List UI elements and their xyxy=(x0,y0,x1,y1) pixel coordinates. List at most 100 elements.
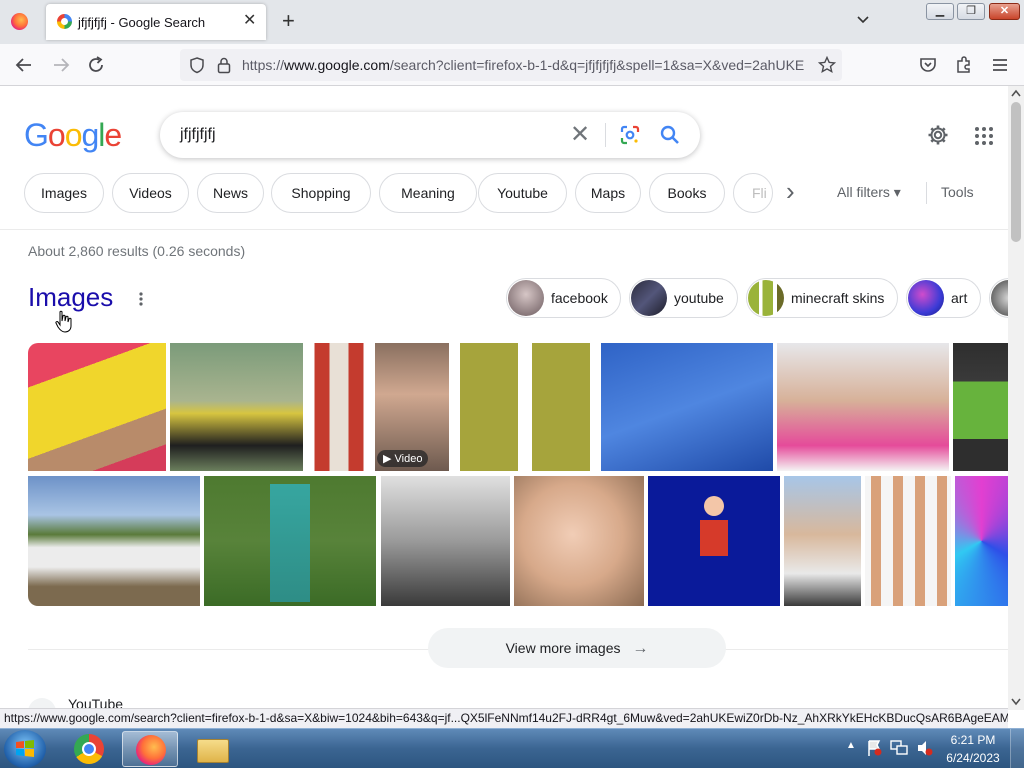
show-desktop-button[interactable] xyxy=(1010,729,1024,768)
image-result[interactable] xyxy=(28,343,166,471)
image-result[interactable] xyxy=(784,476,861,606)
chip-youtube[interactable]: Youtube xyxy=(478,173,567,213)
window-close-button[interactable]: ✕ xyxy=(989,3,1020,20)
chip-books[interactable]: Books xyxy=(649,173,725,213)
google-apps-grid-icon[interactable] xyxy=(974,126,994,146)
image-suggestion-chip[interactable] xyxy=(989,278,1008,318)
tab-close-icon[interactable]: ✕ xyxy=(243,12,256,30)
image-result[interactable] xyxy=(204,476,376,606)
clock-time[interactable]: 6:21 PM xyxy=(950,733,996,747)
list-all-tabs-icon[interactable] xyxy=(856,13,870,27)
window-minimize-button[interactable]: ▁ xyxy=(926,3,954,20)
image-result[interactable] xyxy=(514,476,644,606)
bookmark-star-icon[interactable] xyxy=(818,56,836,74)
chip-shopping[interactable]: Shopping xyxy=(271,173,371,213)
suggestion-thumbnail xyxy=(748,280,784,316)
firefox-icon xyxy=(136,735,166,765)
google-logo-letter: o xyxy=(47,117,66,153)
taskbar-firefox[interactable] xyxy=(122,731,178,767)
chip-maps[interactable]: Maps xyxy=(575,173,641,213)
images-section-heading[interactable]: Images xyxy=(28,282,113,313)
suggestion-thumbnail xyxy=(991,280,1008,316)
google-logo[interactable]: Google xyxy=(24,117,122,154)
browser-nav-bar: https://www.google.com/search?client=fir… xyxy=(0,44,1024,86)
browser-tab-bar: jfjfjfjfj - Google Search ✕ + ▁ ❐ ✕ xyxy=(0,0,1024,44)
pocket-icon[interactable] xyxy=(917,54,939,76)
image-result[interactable] xyxy=(953,343,1008,471)
image-result[interactable]: ▶ Video xyxy=(375,343,449,471)
tab-title: jfjfjfjfj - Google Search xyxy=(78,15,206,30)
chips-next-arrow-icon[interactable]: › xyxy=(786,177,795,205)
image-result[interactable] xyxy=(28,476,200,606)
chip-meaning[interactable]: Meaning xyxy=(379,173,477,213)
image-result[interactable] xyxy=(865,476,951,606)
new-tab-button[interactable]: + xyxy=(282,9,295,33)
window-maximize-button[interactable]: ❐ xyxy=(957,3,985,20)
chip-images[interactable]: Images xyxy=(24,173,104,213)
forward-arrow-icon[interactable] xyxy=(50,54,72,76)
image-result[interactable] xyxy=(777,343,949,471)
page-scrollbar[interactable] xyxy=(1008,86,1024,710)
header-divider xyxy=(0,229,1008,230)
image-result[interactable] xyxy=(453,343,597,471)
chip-flights-partial[interactable]: Fli xyxy=(733,173,773,213)
image-result[interactable] xyxy=(955,476,1008,606)
volume-muted-icon[interactable] xyxy=(916,739,934,757)
view-more-images-button[interactable]: View more images → xyxy=(428,628,726,668)
action-center-flag-icon[interactable] xyxy=(866,739,882,757)
image-suggestion-chip[interactable]: minecraft skins xyxy=(746,278,898,318)
pixel-figure-head xyxy=(704,496,724,516)
suggestion-label: facebook xyxy=(551,290,608,306)
suggestion-label: minecraft skins xyxy=(791,290,885,306)
settings-gear-icon[interactable] xyxy=(926,123,950,147)
search-divider xyxy=(605,123,606,147)
google-favicon-icon xyxy=(57,14,72,29)
chrome-icon-center xyxy=(82,742,96,756)
taskbar-chrome[interactable] xyxy=(61,731,117,767)
link-status-bar: https://www.google.com/search?client=fir… xyxy=(0,708,1008,728)
reload-icon[interactable] xyxy=(85,54,107,76)
video-badge: ▶ Video xyxy=(377,450,429,467)
clock-date[interactable]: 6/24/2023 xyxy=(944,751,1002,765)
view-more-label: View more images xyxy=(505,640,621,656)
image-suggestion-chip[interactable]: youtube xyxy=(629,278,738,318)
more-options-icon[interactable] xyxy=(138,291,144,307)
address-bar[interactable]: https://www.google.com/search?client=fir… xyxy=(180,49,842,81)
image-result[interactable] xyxy=(307,343,371,471)
chip-news[interactable]: News xyxy=(197,173,264,213)
browser-tab-active[interactable]: jfjfjfjfj - Google Search ✕ xyxy=(46,4,266,40)
show-hidden-icons-icon[interactable]: ▲ xyxy=(846,740,856,751)
image-result[interactable] xyxy=(601,343,773,471)
system-tray: ▲ xyxy=(846,739,946,759)
search-icon[interactable] xyxy=(658,123,682,147)
back-arrow-icon[interactable] xyxy=(13,54,35,76)
image-suggestion-chip[interactable]: art xyxy=(906,278,981,318)
screen: jfjfjfjfj - Google Search ✕ + ▁ ❐ ✕ http… xyxy=(0,0,1024,768)
minecraft-figure xyxy=(270,484,310,602)
google-logo-letter: g xyxy=(81,117,99,153)
scrollbar-thumb[interactable] xyxy=(1011,102,1021,242)
mouse-cursor-hand-icon xyxy=(55,310,72,333)
chip-videos[interactable]: Videos xyxy=(112,173,189,213)
lock-icon[interactable] xyxy=(216,56,232,74)
firefox-menu-icon[interactable] xyxy=(11,13,28,30)
taskbar-file-explorer[interactable] xyxy=(185,731,241,767)
scroll-down-icon[interactable] xyxy=(1011,698,1021,706)
all-filters-button[interactable]: All filters ▾ xyxy=(837,184,901,201)
scroll-up-icon[interactable] xyxy=(1011,89,1021,97)
image-result[interactable] xyxy=(648,476,780,606)
clear-search-icon[interactable]: ✕ xyxy=(570,122,590,148)
search-box[interactable]: jfjfjfjfj ✕ xyxy=(160,112,700,158)
extensions-puzzle-icon[interactable] xyxy=(953,54,975,76)
image-result[interactable] xyxy=(381,476,510,606)
image-result[interactable] xyxy=(170,343,303,471)
image-suggestion-chip[interactable]: facebook xyxy=(506,278,621,318)
tracking-protection-shield-icon[interactable] xyxy=(188,56,206,74)
tools-button[interactable]: Tools xyxy=(941,184,974,200)
hamburger-menu-icon[interactable] xyxy=(989,54,1011,76)
windows-taskbar: ▲ 6:21 PM 6/24/2023 xyxy=(0,728,1024,768)
network-icon[interactable] xyxy=(890,739,908,757)
start-button[interactable] xyxy=(4,730,46,768)
search-input[interactable]: jfjfjfjfj xyxy=(180,126,216,144)
google-lens-icon[interactable] xyxy=(618,123,642,147)
